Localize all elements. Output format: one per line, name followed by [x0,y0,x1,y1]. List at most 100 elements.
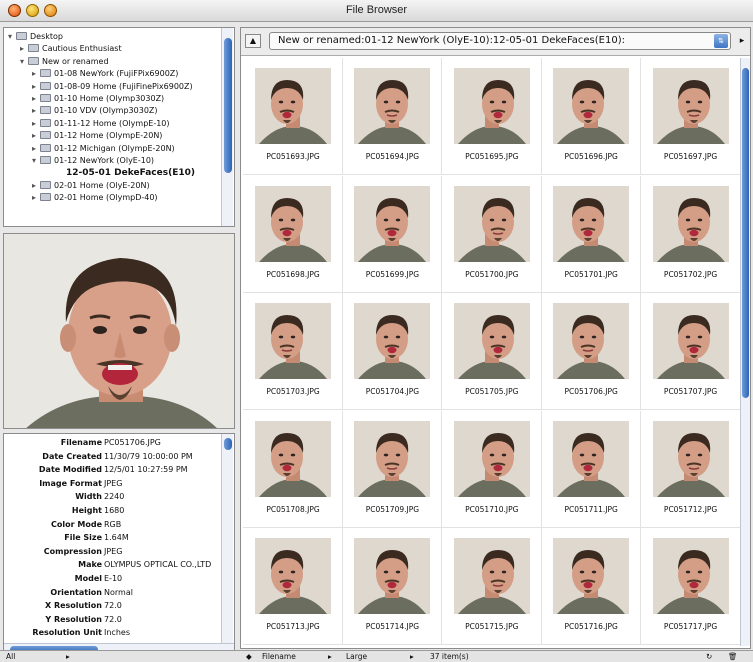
thumbnail-image[interactable] [553,68,630,144]
thumbnail-image[interactable] [553,538,630,614]
thumbnail-image[interactable] [652,303,729,379]
thumbnail-scroll-thumb[interactable] [742,68,749,398]
show-filter-menu[interactable]: All [6,652,15,661]
thumbnail-cell[interactable]: PC051699.JPG [342,175,443,293]
disclosure-closed-icon[interactable]: ▸ [32,106,40,115]
tree-item[interactable]: ▸ 01-08 NewYork (FujiFPix6900Z) [32,69,178,81]
thumbnail-cell[interactable]: PC051714.JPG [342,528,443,645]
thumbnail-image[interactable] [553,185,630,262]
thumbnail-cell[interactable]: PC051711.JPG [541,410,642,528]
sort-arrow-icon: ▸ [328,652,332,661]
disclosure-closed-icon[interactable]: ▸ [32,82,40,91]
thumbnail-cell[interactable]: PC051706.JPG [541,293,642,410]
sort-menu[interactable]: Filename [262,652,296,661]
thumbnail-image[interactable] [453,303,530,379]
thumbnail-cell[interactable]: PC051698.JPG [243,175,343,293]
thumbnail-image[interactable] [354,303,431,379]
thumbnail-cell[interactable]: PC051694.JPG [342,58,443,175]
thumbnail-image[interactable] [354,185,431,262]
thumbnail-cell[interactable]: PC051696.JPG [541,58,642,175]
thumbnail-cell[interactable]: PC051710.JPG [441,410,542,528]
disclosure-closed-icon[interactable]: ▸ [32,94,40,103]
thumbnail-image[interactable] [255,68,331,144]
thumbnail-scrollbar[interactable] [740,58,750,646]
tree-scrollbar[interactable] [221,28,233,226]
tree-item[interactable]: ▾ 01-12 NewYork (OlyE-10) [32,156,154,168]
tree-item[interactable]: ▸ 01-12 Michigan (OlympE-20N) [32,143,175,156]
thumbnail-image[interactable] [453,68,530,144]
thumbnail-cell[interactable]: PC051705.JPG [441,293,542,410]
sort-direction-icon[interactable]: ◆ [246,652,252,661]
disclosure-open-icon[interactable]: ▾ [8,32,16,41]
thumbnail-image[interactable] [553,420,630,497]
thumbnail-cell[interactable]: PC051695.JPG [441,58,542,175]
thumbnail-cell[interactable]: PC051713.JPG [243,528,343,645]
thumbnail-image[interactable] [255,303,331,379]
tree-item[interactable]: ▸ 01-12 Home (OlympE-20N) [32,131,162,143]
disclosure-closed-icon[interactable]: ▸ [32,193,40,202]
thumbnail-cell[interactable]: PC051708.JPG [243,410,343,528]
thumbnail-cell[interactable]: PC051717.JPG [640,528,741,645]
tree-item[interactable]: ▸ Cautious Enthusiast [20,44,122,56]
thumbnail-image[interactable] [652,185,729,262]
thumbnail-image[interactable] [255,185,331,262]
tree-item[interactable]: ▸ 02-01 Home (OlyE-20N) [32,180,150,193]
thumbnail-image[interactable] [354,538,431,614]
thumbnail-image[interactable] [255,420,331,497]
tree-item-label: 01-12 Home (OlympE-20N) [54,131,163,141]
thumbnail-filename: PC051714.JPG [365,622,420,631]
thumbnail-cell[interactable]: PC051703.JPG [243,293,343,410]
disclosure-closed-icon[interactable]: ▸ [32,131,40,140]
thumbnail-image[interactable] [354,68,431,144]
rotate-icon[interactable]: ↻ [706,652,712,661]
tree-item[interactable]: ▾ New or renamed [20,56,109,69]
thumbnail-cell[interactable]: PC051700.JPG [441,175,542,293]
thumbnail-cell[interactable]: PC051716.JPG [541,528,642,645]
folder-icon [40,180,51,189]
thumbnail-image[interactable] [652,68,729,144]
metadata-scrollbar[interactable] [221,434,233,643]
disclosure-closed-icon[interactable]: ▸ [32,69,40,78]
tree-item[interactable]: ▸ 01-11-12 Home (OlympE-10) [32,118,170,131]
path-popup[interactable]: New or renamed:01-12 NewYork (OlyE-10):1… [269,32,731,50]
metadata-row: Resolution Unit Inches [4,628,224,642]
thumbnail-cell[interactable]: PC051715.JPG [441,528,542,645]
tree-item[interactable]: 12-05-01 DekeFaces(E10) [58,168,195,180]
disclosure-open-icon[interactable]: ▾ [20,57,28,66]
view-menu[interactable]: Large [346,652,367,661]
thumbnail-image[interactable] [553,303,630,379]
thumbnail-cell[interactable]: PC051693.JPG [243,58,343,175]
thumbnail-image[interactable] [652,538,729,614]
disclosure-closed-icon[interactable]: ▸ [20,44,28,53]
folder-icon [40,81,51,90]
thumbnail-image[interactable] [354,420,431,497]
disclosure-open-icon[interactable]: ▾ [32,156,40,165]
metadata-scroll-thumb[interactable] [224,438,232,450]
folder-up-button[interactable]: ▲ [245,34,261,48]
path-menu-arrow-icon[interactable]: ▸ [735,34,749,48]
disclosure-closed-icon[interactable]: ▸ [32,181,40,190]
metadata-key: Y Resolution [45,614,102,624]
thumbnail-image[interactable] [453,185,530,262]
thumbnail-image[interactable] [453,420,530,497]
metadata-value: Normal [104,587,133,597]
thumbnail-cell[interactable]: PC051707.JPG [640,293,741,410]
thumbnail-cell[interactable]: PC051709.JPG [342,410,443,528]
thumbnail-cell[interactable]: PC051704.JPG [342,293,443,410]
disclosure-closed-icon[interactable]: ▸ [32,144,40,153]
tree-item[interactable]: ▸ 02-01 Home (OlympD-40) [32,193,158,205]
thumbnail-cell[interactable]: PC051702.JPG [640,175,741,293]
thumbnail-cell[interactable]: PC051712.JPG [640,410,741,528]
thumbnail-image[interactable] [453,538,530,614]
tree-item[interactable]: ▸ 01-08-09 Home (FujiFinePix6900Z) [32,81,193,94]
trash-icon[interactable]: 🗑 [728,652,738,661]
thumbnail-image[interactable] [255,538,331,614]
tree-item[interactable]: ▾ Desktop [8,32,63,44]
tree-item[interactable]: ▸ 01-10 Home (Olymp3030Z) [32,94,164,106]
thumbnail-image[interactable] [652,420,729,497]
tree-scroll-thumb[interactable] [224,38,232,173]
thumbnail-cell[interactable]: PC051701.JPG [541,175,642,293]
tree-item[interactable]: ▸ 01-10 VDV (Olymp3030Z) [32,106,158,118]
disclosure-closed-icon[interactable]: ▸ [32,119,40,128]
thumbnail-cell[interactable]: PC051697.JPG [640,58,741,175]
